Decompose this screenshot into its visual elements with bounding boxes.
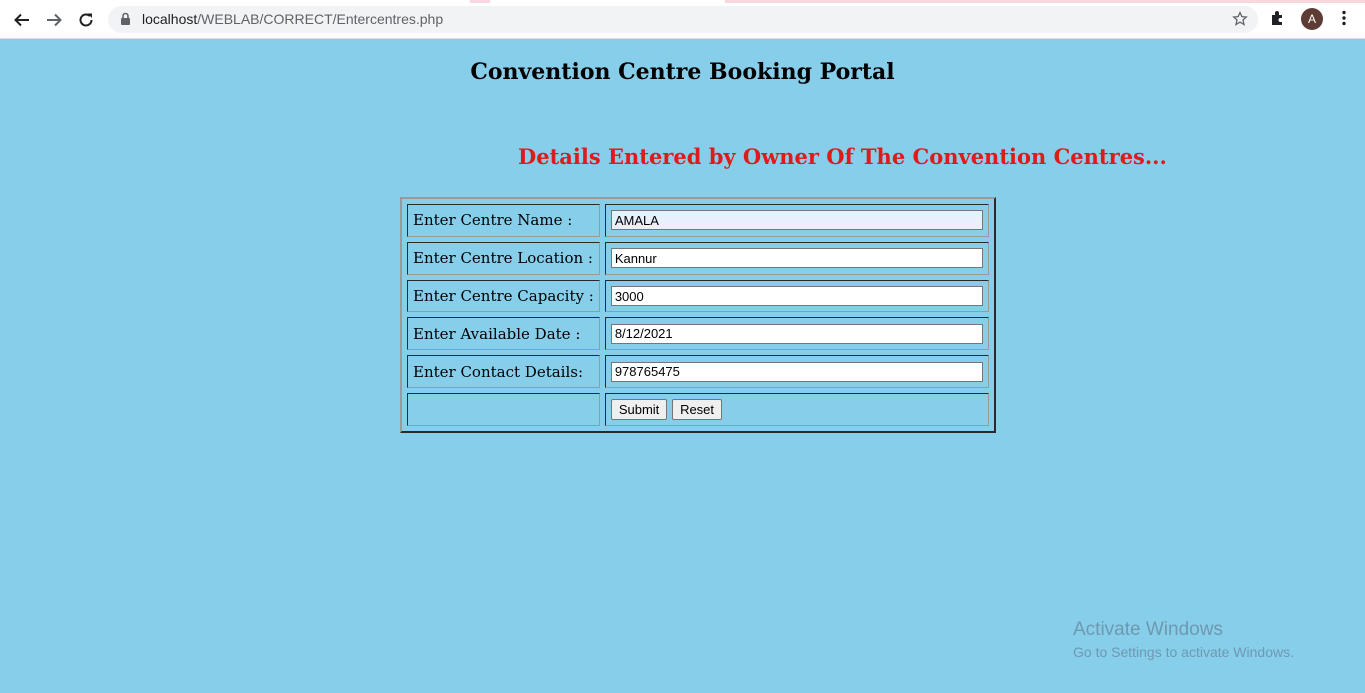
available-date-cell	[604, 317, 989, 351]
contact-details-cell	[604, 355, 989, 389]
address-bar[interactable]: localhost/WEBLAB/CORRECT/Entercentres.ph…	[108, 6, 1258, 33]
centre-name-label: Enter Centre Name :	[407, 204, 600, 237]
reset-button[interactable]: Reset	[672, 399, 723, 421]
form-row: Enter Contact Details:	[407, 355, 989, 389]
centre-capacity-input[interactable]	[610, 286, 983, 307]
forward-button[interactable]	[42, 8, 66, 32]
centre-name-input[interactable]	[610, 210, 983, 231]
buttons-cell: Submit Reset	[604, 393, 989, 426]
submit-button[interactable]: Submit	[610, 399, 668, 421]
centre-capacity-label: Enter Centre Capacity :	[407, 279, 600, 313]
centre-name-cell	[604, 204, 989, 237]
reload-icon	[79, 13, 93, 27]
windows-activation-watermark: Activate Windows Go to Settings to activ…	[1073, 619, 1294, 660]
centre-location-input[interactable]	[610, 248, 983, 269]
tab-edge	[470, 0, 490, 3]
more-vert-icon[interactable]	[1335, 9, 1353, 27]
lock-icon	[121, 12, 130, 25]
form-row: Enter Centre Capacity :	[407, 279, 989, 313]
back-arrow-icon	[14, 13, 29, 27]
browser-toolbar: localhost/WEBLAB/CORRECT/Entercentres.ph…	[0, 0, 1365, 39]
centre-location-cell	[604, 241, 989, 275]
contact-details-input[interactable]	[610, 361, 983, 382]
avatar[interactable]: A	[1301, 8, 1323, 30]
forward-arrow-icon	[47, 13, 62, 27]
form-row: Submit Reset	[407, 393, 989, 426]
watermark-title: Activate Windows	[1073, 619, 1223, 640]
contact-details-label: Enter Contact Details:	[407, 355, 600, 389]
watermark-subtitle: Go to Settings to activate Windows.	[1073, 644, 1294, 660]
centre-location-label: Enter Centre Location :	[407, 241, 600, 275]
empty-cell	[407, 393, 600, 426]
form-row: Enter Available Date :	[407, 317, 989, 351]
url-path: /WEBLAB/CORRECT/Entercentres.php	[197, 11, 444, 27]
page-title: Convention Centre Booking Portal	[470, 59, 895, 85]
reload-button[interactable]	[74, 8, 98, 32]
form-row: Enter Centre Location :	[407, 241, 989, 275]
centre-capacity-cell	[604, 279, 989, 313]
form-row: Enter Centre Name :	[407, 204, 989, 237]
available-date-label: Enter Available Date :	[407, 317, 600, 351]
star-icon[interactable]	[1232, 11, 1248, 27]
page-subtitle: Details Entered by Owner Of The Conventi…	[518, 144, 1167, 169]
centre-form-table: Enter Centre Name : Enter Centre Locatio…	[400, 197, 996, 433]
available-date-input[interactable]	[610, 323, 983, 344]
url-text: localhost/WEBLAB/CORRECT/Entercentres.ph…	[142, 11, 443, 27]
tab-edge	[725, 0, 1365, 3]
url-host: localhost	[142, 11, 198, 27]
back-button[interactable]	[10, 8, 34, 32]
puzzle-icon[interactable]	[1269, 9, 1287, 27]
page-body: Convention Centre Booking Portal Details…	[0, 39, 1365, 693]
